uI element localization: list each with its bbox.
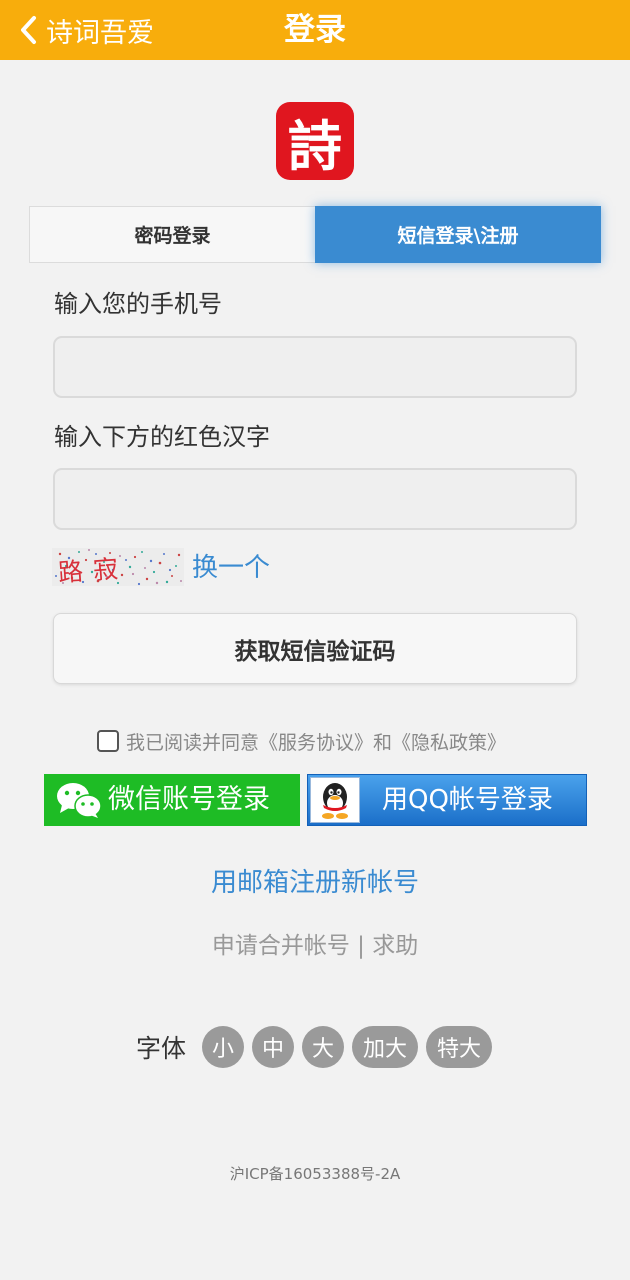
agreement-row: 我已阅读并同意《服务协议》和《隐私政策》	[97, 727, 506, 755]
captcha-image[interactable]: 路寂	[52, 548, 184, 586]
agreement-text[interactable]: 我已阅读并同意《服务协议》和《隐私政策》	[126, 728, 506, 755]
qq-login-label: 用QQ帐号登录	[382, 785, 553, 815]
wechat-icon	[57, 783, 102, 818]
font-size-small[interactable]: 小	[202, 1026, 245, 1068]
logo-char: 詩	[288, 113, 342, 178]
app-logo: 詩	[276, 102, 354, 180]
merge-account-link[interactable]: 申请合并帐号	[212, 933, 350, 959]
top-bar: 诗词吾爱 登录	[0, 0, 630, 60]
font-size-large[interactable]: 大	[302, 1026, 345, 1068]
font-size-larger[interactable]: 加大	[352, 1026, 419, 1068]
captcha-characters: 路寂	[57, 553, 130, 586]
help-link[interactable]: 求助	[372, 933, 418, 959]
font-size-extra-large[interactable]: 特大	[426, 1026, 493, 1068]
agreement-checkbox[interactable]	[97, 730, 119, 752]
icp-license: 沪ICP备16053388号-2A	[229, 1165, 401, 1183]
captcha-label: 输入下方的红色汉字	[54, 423, 270, 451]
qq-icon	[310, 777, 360, 823]
qq-login-button[interactable]: 用QQ帐号登录	[307, 774, 587, 826]
font-size-selector: 字体 小 中 大 加大 特大	[136, 1026, 500, 1068]
font-size-medium[interactable]: 中	[252, 1026, 295, 1068]
wechat-login-label: 微信账号登录	[108, 784, 270, 815]
captcha-input[interactable]	[53, 468, 577, 530]
link-separator: |	[357, 933, 365, 959]
email-register-link[interactable]: 用邮箱注册新帐号	[0, 862, 630, 899]
wechat-login-button[interactable]: 微信账号登录	[44, 774, 300, 826]
refresh-captcha-link[interactable]: 换一个	[192, 547, 270, 584]
font-size-label: 字体	[136, 1034, 187, 1063]
tab-sms-login[interactable]: 短信登录\注册	[315, 206, 601, 263]
phone-label: 输入您的手机号	[54, 290, 222, 318]
login-tabs: 密码登录 短信登录\注册	[29, 206, 601, 263]
account-links: 申请合并帐号 | 求助	[0, 926, 630, 960]
page-title: 登录	[284, 12, 346, 48]
get-sms-code-button[interactable]: 获取短信验证码	[53, 613, 577, 684]
phone-input[interactable]	[53, 336, 577, 398]
tab-password-login[interactable]: 密码登录	[29, 206, 316, 263]
